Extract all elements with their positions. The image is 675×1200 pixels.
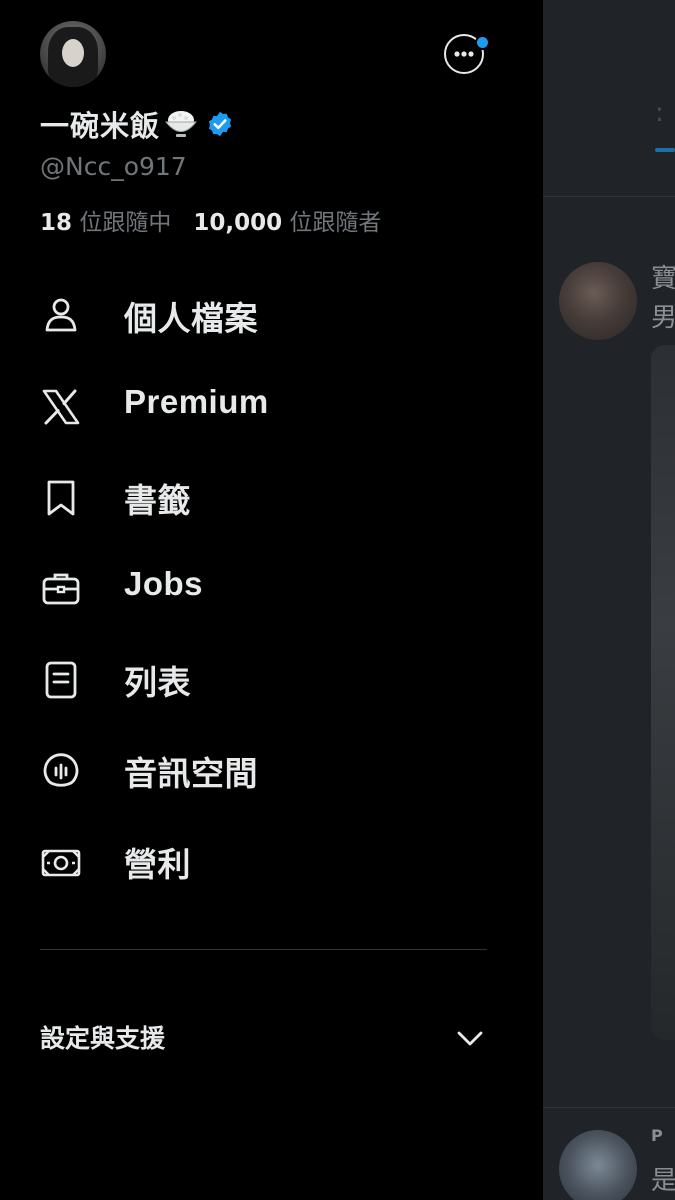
background-post-text: 男 <box>651 303 675 333</box>
background-tab-label: : <box>655 98 664 128</box>
following-link[interactable]: 18 位跟隨中 <box>40 210 171 236</box>
background-post-avatar <box>559 1130 637 1200</box>
background-tab-indicator <box>655 148 675 152</box>
menu-item-monetization[interactable]: 營利 <box>0 816 543 907</box>
person-icon <box>45 298 77 332</box>
drawer-menu: 個人檔案 Premium 書籤 Jobs 列表 音訊空間 營利 <box>0 270 543 907</box>
bookmark-icon <box>47 480 75 516</box>
background-divider <box>543 196 675 197</box>
background-divider <box>543 1107 675 1108</box>
menu-item-spaces[interactable]: 音訊空間 <box>0 725 543 816</box>
background-post-name: P <box>651 1126 663 1145</box>
profile-name-row[interactable]: 一碗米飯 <box>40 104 234 144</box>
x-logo-icon <box>42 389 80 425</box>
following-label: 位跟隨中 <box>79 210 172 236</box>
display-name: 一碗米飯 <box>40 109 161 143</box>
avatar-face <box>62 39 84 67</box>
menu-item-label: Jobs <box>124 565 204 602</box>
notification-dot <box>475 35 490 50</box>
rice-bowl-icon <box>164 111 198 137</box>
background-post-name: 寶 <box>651 264 675 294</box>
menu-item-label: 營利 <box>124 846 191 883</box>
menu-item-jobs[interactable]: Jobs <box>0 543 543 634</box>
menu-item-premium[interactable]: Premium <box>0 361 543 452</box>
menu-item-label: 書籤 <box>124 482 191 519</box>
followers-count: 10,000 <box>193 210 283 236</box>
background-post-text: 是 <box>651 1166 675 1196</box>
background-post-media <box>651 345 675 1040</box>
settings-and-support-label: 設定與支援 <box>40 1024 166 1053</box>
background-timeline: : 寶 男 P 是 <box>543 0 675 1200</box>
following-count: 18 <box>40 210 73 236</box>
side-drawer: 一碗米飯 @Ncc_o917 18 位跟隨中 10,000 位跟隨者 個人檔案 <box>0 0 543 1200</box>
menu-item-bookmarks[interactable]: 書籤 <box>0 452 543 543</box>
background-post-avatar <box>559 262 637 340</box>
menu-item-profile[interactable]: 個人檔案 <box>0 270 543 361</box>
chevron-down-icon <box>457 1031 483 1046</box>
list-icon <box>45 661 77 699</box>
followers-link[interactable]: 10,000 位跟隨者 <box>193 210 381 236</box>
user-handle: @Ncc_o917 <box>40 152 187 181</box>
verified-badge-icon <box>208 111 232 137</box>
menu-item-label: Premium <box>124 383 269 420</box>
followers-label: 位跟隨者 <box>289 210 382 236</box>
avatar[interactable] <box>40 21 106 87</box>
menu-item-lists[interactable]: 列表 <box>0 634 543 725</box>
menu-item-label: 音訊空間 <box>124 755 258 792</box>
menu-divider <box>40 949 487 950</box>
briefcase-icon <box>42 573 80 605</box>
menu-item-label: 列表 <box>124 664 191 701</box>
spaces-mic-icon <box>43 753 79 787</box>
settings-and-support-toggle[interactable]: 設定與支援 <box>0 1005 543 1069</box>
follow-stats: 18 位跟隨中 10,000 位跟隨者 <box>40 203 381 237</box>
monetization-icon <box>41 849 81 877</box>
menu-item-label: 個人檔案 <box>124 300 258 337</box>
